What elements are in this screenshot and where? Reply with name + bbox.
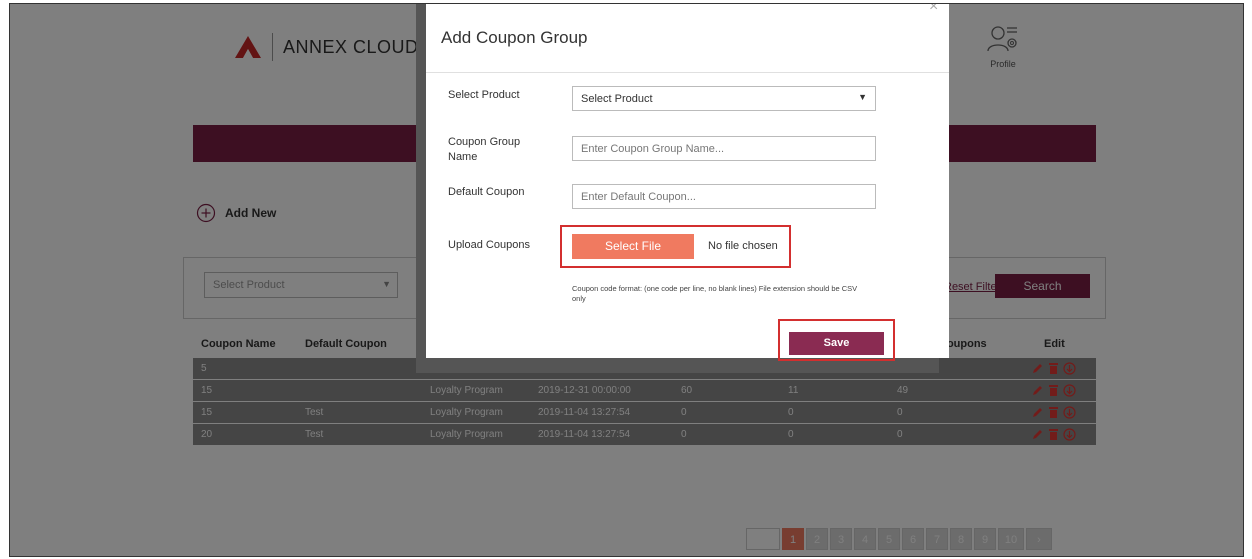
modal-header: Add Coupon Group × [426,4,949,73]
add-coupon-group-modal: Add Coupon Group × Select Product Select… [426,4,949,361]
default-coupon-input[interactable] [572,184,876,209]
no-file-chosen-text: No file chosen [708,240,778,252]
coupon-group-name-input[interactable] [572,136,876,161]
default-coupon-label: Default Coupon [448,186,525,198]
upload-coupons-label: Upload Coupons [448,239,530,251]
coupon-group-name-label: Coupon Group Name [448,136,521,163]
modal-title: Add Coupon Group [441,28,588,47]
select-product-label: Select Product [448,89,520,101]
chevron-down-icon: ▼ [858,92,867,102]
product-select[interactable]: Select Product ▼ [572,86,876,111]
close-icon[interactable]: × [929,4,938,16]
product-select-value: Select Product [581,93,653,105]
select-file-button[interactable]: Select File [572,234,694,259]
save-button[interactable]: Save [789,332,884,355]
page-frame: ANNEX CLOUD Profile Add New Select Produ… [9,3,1244,557]
coupon-format-note: Coupon code format: (one code per line, … [572,284,858,303]
